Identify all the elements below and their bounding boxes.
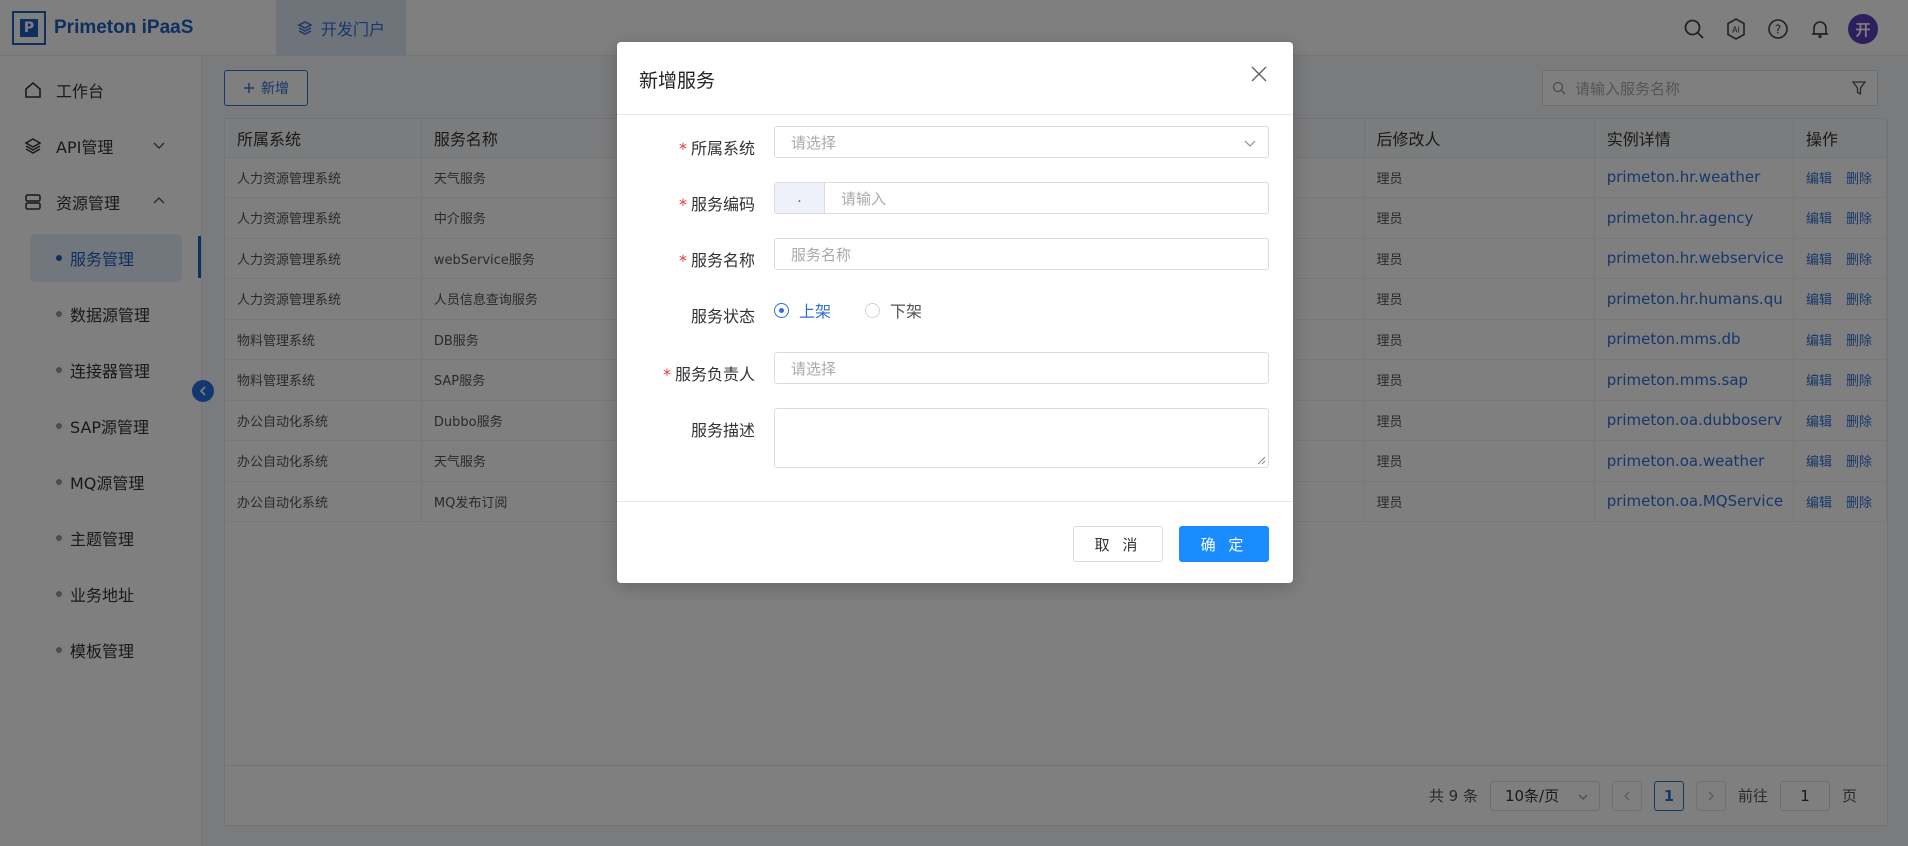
status-field-label: 服务状态 — [690, 307, 755, 326]
required-mark: * — [662, 365, 671, 384]
close-icon[interactable] — [1249, 64, 1269, 84]
system-select[interactable]: 请选择 — [774, 126, 1269, 158]
required-mark: * — [678, 139, 687, 158]
chevron-down-icon — [1244, 140, 1256, 147]
code-prefix: . — [775, 183, 825, 213]
name-field-label: * 服务名称 — [635, 247, 755, 271]
system-label-text: 所属系统 — [690, 139, 755, 158]
name-placeholder: 服务名称 — [791, 245, 852, 264]
status-on-radio[interactable]: 上架 — [774, 298, 831, 322]
status-off-label: 下架 — [890, 302, 923, 321]
add-service-dialog: 新增服务 * 所属系统 请选择 * 服务编码 . 请输入 * 服务名称 服务名称 服务… — [617, 42, 1293, 583]
system-field-label: * 所属系统 — [635, 135, 755, 159]
radio-checked-icon — [774, 302, 789, 318]
description-textarea[interactable] — [774, 408, 1269, 468]
dialog-divider — [617, 114, 1293, 115]
system-placeholder: 请选择 — [791, 133, 837, 152]
status-on-label: 上架 — [799, 302, 832, 321]
code-label-text: 服务编码 — [690, 195, 755, 214]
status-off-radio[interactable]: 下架 — [865, 298, 922, 322]
dialog-footer-divider — [617, 501, 1293, 502]
radio-unchecked-icon — [865, 302, 881, 318]
status-radio-group: 上架 下架 — [774, 298, 922, 322]
code-field-label: * 服务编码 — [635, 191, 755, 215]
owner-label-text: 服务负责人 — [674, 365, 755, 384]
name-input[interactable]: 服务名称 — [774, 238, 1269, 270]
required-mark: * — [678, 195, 687, 214]
resize-grip-icon[interactable] — [1256, 455, 1266, 465]
owner-field-label: * 服务负责人 — [635, 361, 755, 385]
cancel-button[interactable]: 取 消 — [1073, 526, 1163, 562]
name-label-text: 服务名称 — [690, 251, 755, 270]
code-input[interactable]: . 请输入 — [774, 182, 1269, 214]
dialog-title: 新增服务 — [639, 70, 716, 92]
desc-field-label: 服务描述 — [690, 421, 755, 440]
confirm-button[interactable]: 确 定 — [1179, 526, 1269, 562]
owner-select[interactable]: 请选择 — [774, 352, 1269, 384]
code-placeholder: 请输入 — [841, 189, 887, 208]
required-mark: * — [678, 251, 687, 270]
owner-placeholder: 请选择 — [791, 359, 837, 378]
